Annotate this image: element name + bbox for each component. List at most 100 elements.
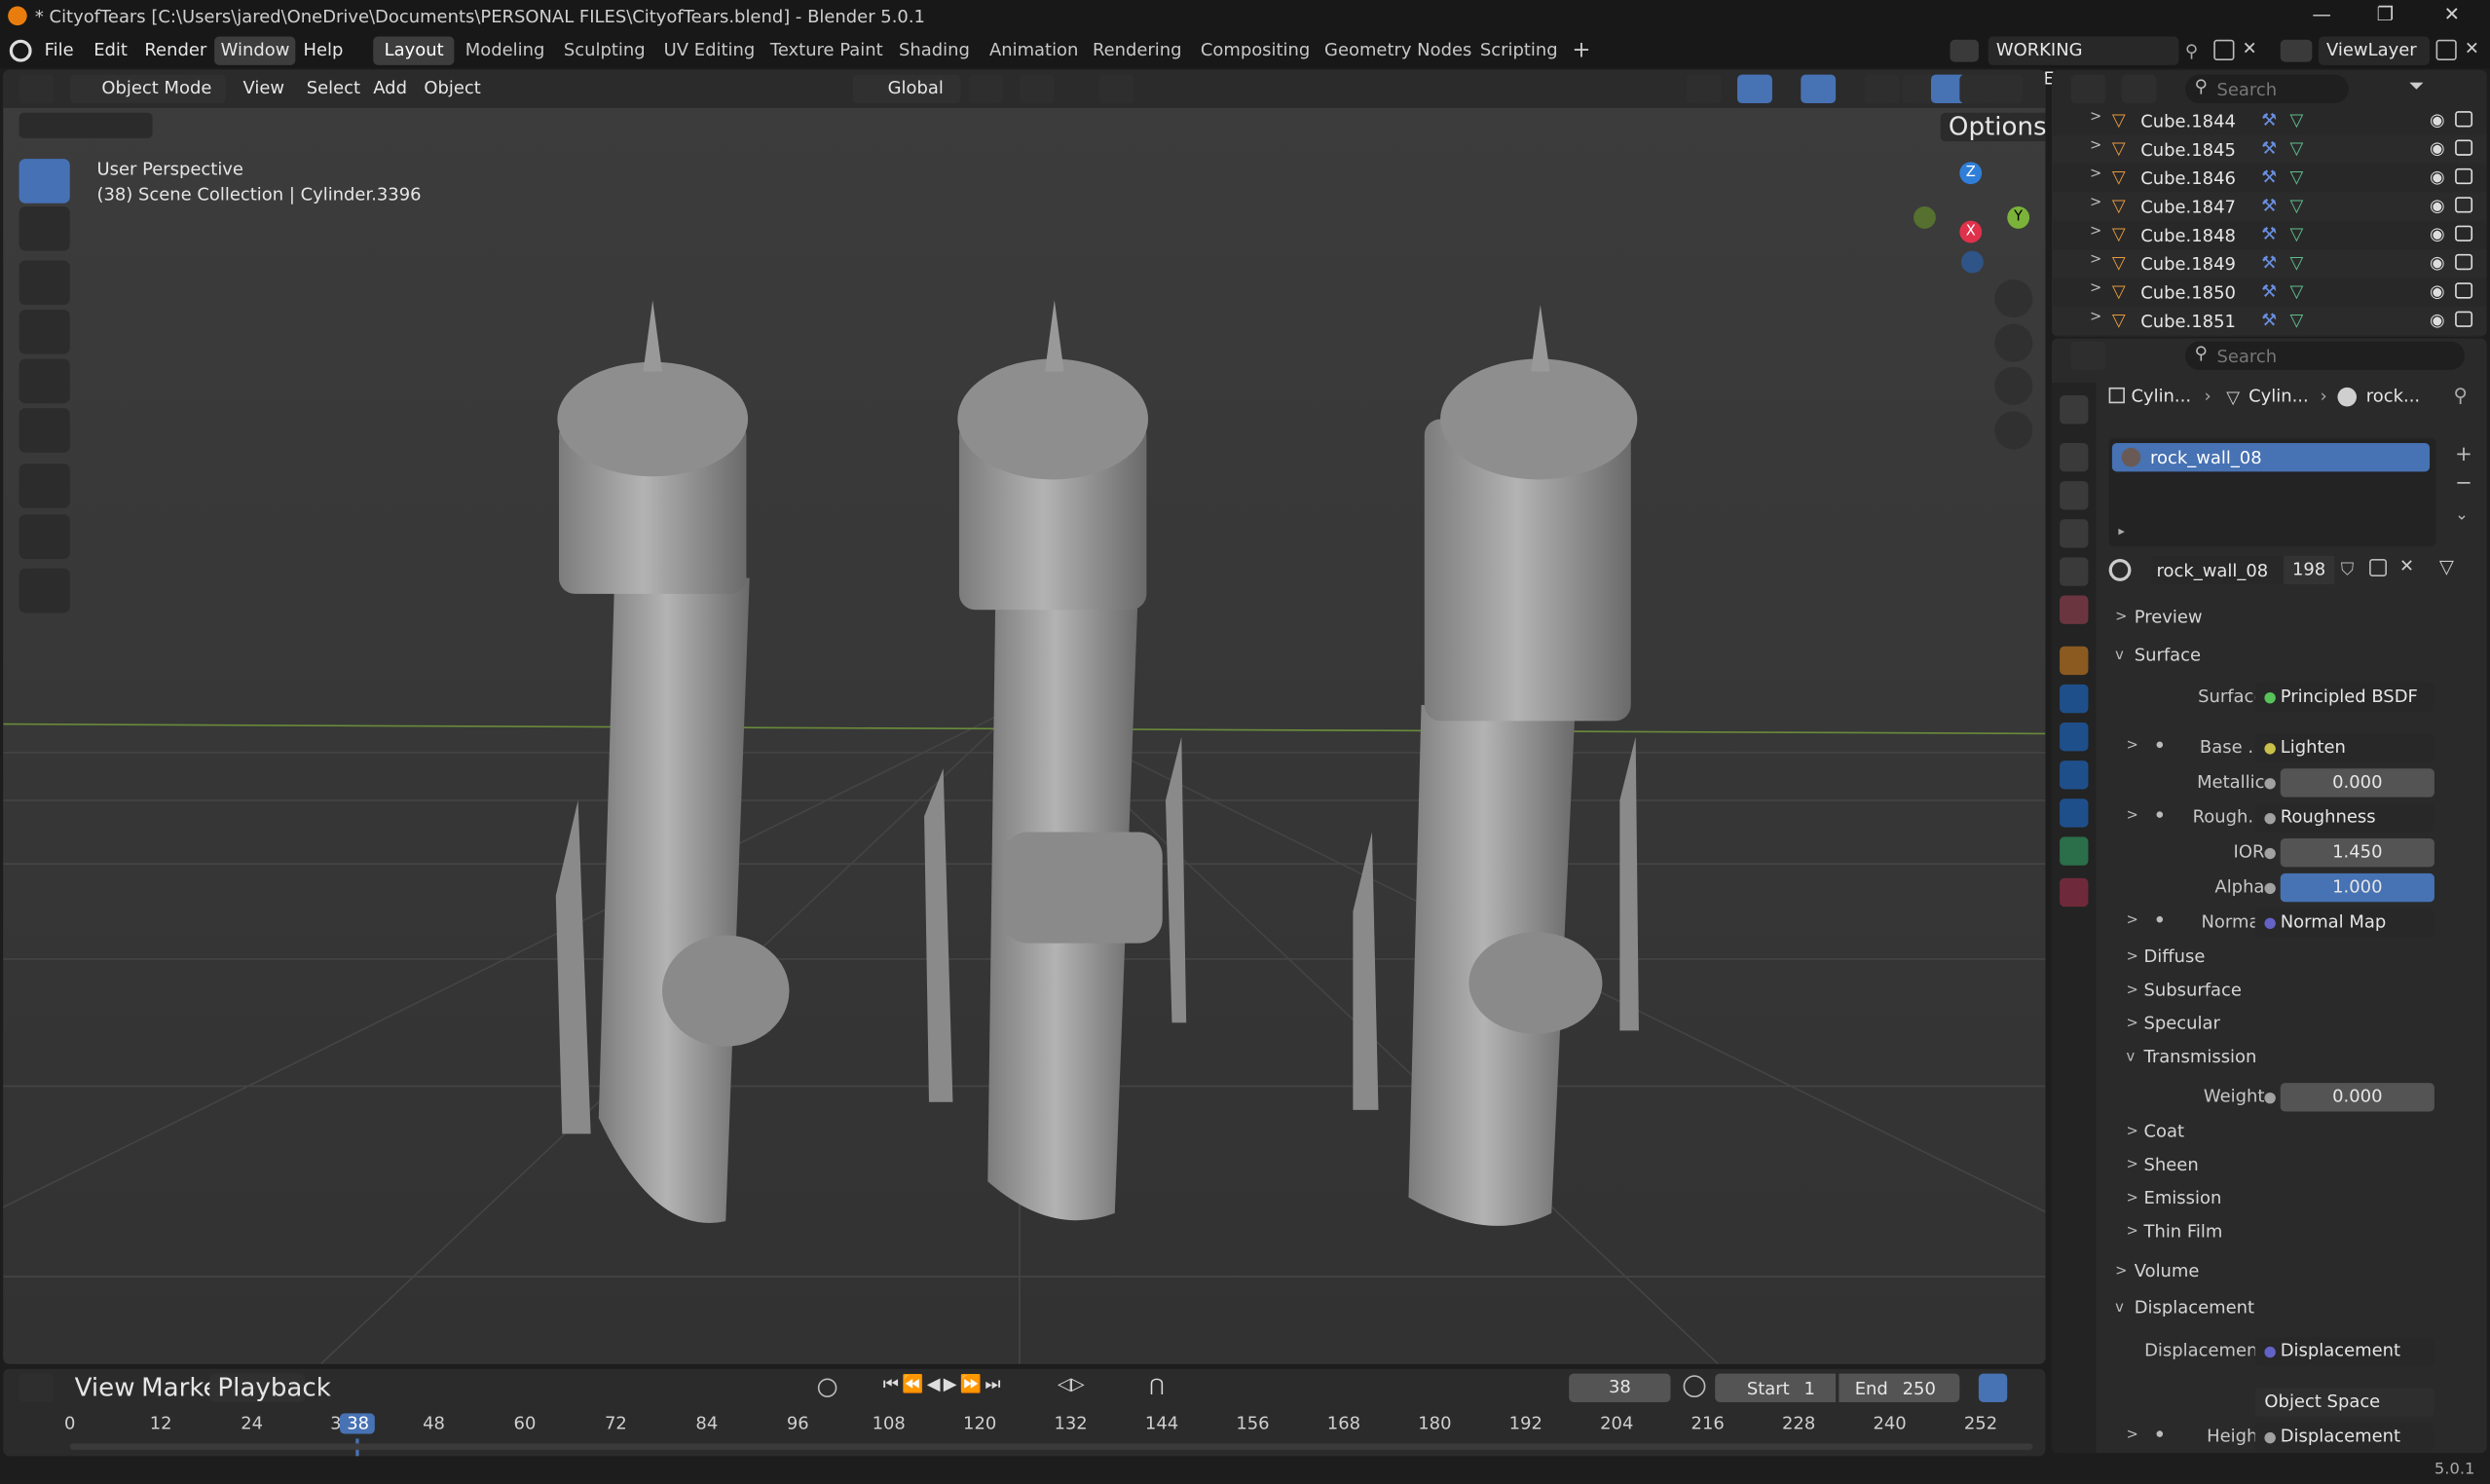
eye-icon[interactable]: ◉ [2430, 196, 2445, 216]
expand-chevron-icon[interactable]: > [2090, 224, 2101, 240]
modifier-wrench-icon[interactable]: ⚒ [2261, 281, 2277, 302]
transform-tool[interactable] [19, 408, 70, 453]
outliner-row[interactable]: > ▽ Cube.1846 ⚒ ▽ ◉ [2052, 164, 2487, 192]
xray-icon[interactable] [1864, 74, 1900, 103]
close-button[interactable]: ✕ [2436, 3, 2469, 30]
mesh-data-icon[interactable]: ▽ [2290, 196, 2304, 216]
metallic-field[interactable]: 0.000 [2280, 768, 2434, 798]
chevron-right-icon[interactable]: > [2127, 738, 2138, 754]
rotate-tool[interactable] [19, 309, 70, 354]
modifier-wrench-icon[interactable]: ⚒ [2261, 138, 2277, 159]
view-layer-field[interactable]: ViewLayer [2318, 36, 2431, 65]
new-view-layer-icon[interactable] [2435, 39, 2457, 60]
displacement-field[interactable]: Displacement [2254, 1337, 2434, 1366]
link-type-icon[interactable]: ▽ [2439, 556, 2454, 578]
scene-selector-icon[interactable] [1950, 39, 1979, 62]
outliner[interactable]: ⚲ Search ⏷ > ▽ Cube.1844 ⚒ ▽ ◉ > ▽ Cube.1845 ⚒ ▽ ◉ >… [2051, 69, 2487, 337]
mesh-data-icon[interactable]: ▽ [2290, 252, 2304, 273]
gizmo-y-axis[interactable]: Y [2007, 205, 2030, 229]
chevron-down-icon[interactable]: v [2127, 1050, 2136, 1065]
subpanel-coat[interactable]: Coat [2143, 1121, 2184, 1141]
measure-tool[interactable] [19, 514, 70, 560]
ior-field[interactable]: 1.450 [2280, 838, 2434, 868]
add-cube-tool[interactable] [19, 568, 70, 613]
properties-search-input[interactable]: ⚲ Search [2184, 341, 2465, 370]
constraints-tab-icon[interactable] [2060, 798, 2089, 828]
modifier-wrench-icon[interactable]: ⚒ [2261, 110, 2277, 130]
subpanel-sheen[interactable]: Sheen [2143, 1155, 2198, 1175]
tab-layout[interactable]: Layout [373, 36, 456, 65]
eye-icon[interactable]: ◉ [2430, 167, 2445, 187]
camera-render-icon[interactable] [2455, 311, 2473, 327]
breadcrumb-object[interactable]: Cylin... [2131, 386, 2191, 406]
tab-uv-editing[interactable]: UV Editing [652, 37, 765, 65]
ortho-grid-icon[interactable] [1994, 411, 2033, 450]
chevron-down-icon[interactable]: v [2115, 1301, 2124, 1317]
scene-name-field[interactable]: WORKING SCENE.001 [1988, 36, 2179, 89]
tab-rendering[interactable]: Rendering [1082, 37, 1193, 65]
tab-texture-paint[interactable]: Texture Paint [759, 37, 894, 65]
gizmo-x-axis[interactable]: X [1959, 220, 1983, 243]
physics-tab-icon[interactable] [2060, 761, 2089, 790]
weight-field[interactable]: 0.000 [2280, 1083, 2434, 1112]
view-layer-tab-icon[interactable] [2060, 519, 2089, 548]
chevron-right-icon[interactable]: > [2127, 1191, 2138, 1206]
section-preview[interactable]: Preview [2135, 607, 2203, 627]
camera-render-icon[interactable] [2455, 167, 2473, 185]
visibility-icon[interactable] [1686, 74, 1722, 103]
eye-icon[interactable]: ◉ [2430, 310, 2445, 330]
cursor-tool[interactable] [19, 205, 70, 251]
displacement-space-select[interactable]: Object Space [2254, 1388, 2434, 1417]
chevron-right-icon[interactable]: > [2127, 913, 2138, 929]
duplicate-material-icon[interactable] [2369, 559, 2388, 576]
outliner-row[interactable]: > ▽ Cube.1850 ⚒ ▽ ◉ [2052, 278, 2487, 306]
mesh-data-icon[interactable]: ▽ [2290, 110, 2304, 130]
expand-chevron-icon[interactable]: > [2090, 252, 2101, 268]
section-volume[interactable]: Volume [2135, 1261, 2200, 1281]
menu-window[interactable]: Window [214, 36, 296, 65]
pan-hand-icon[interactable] [1994, 323, 2033, 362]
particles-tab-icon[interactable] [2060, 722, 2089, 752]
breadcrumb-material[interactable]: rock... [2366, 386, 2420, 406]
modifier-wrench-icon[interactable]: ⚒ [2261, 252, 2277, 273]
viewport-menu-select[interactable]: Select [299, 75, 369, 103]
mesh-data-icon[interactable]: ▽ [2290, 310, 2304, 330]
subpanel-specular[interactable]: Specular [2143, 1013, 2219, 1033]
tab-animation[interactable]: Animation [979, 37, 1090, 65]
camera-render-icon[interactable] [2455, 225, 2473, 241]
gizmo-neg-z-axis[interactable] [1960, 250, 1984, 274]
selection-mode-icons[interactable] [19, 112, 153, 138]
outliner-row[interactable]: > ▽ Cube.1851 ⚒ ▽ ◉ [2051, 306, 2487, 336]
properties-editor[interactable]: ⚲ Search Cylin... › ▽ Cylin... › rock...… [2051, 338, 2487, 1454]
roughness-field[interactable]: Roughness [2254, 803, 2434, 833]
expand-chevron-icon[interactable]: > [2090, 138, 2101, 154]
annotate-tool[interactable] [19, 464, 70, 508]
timeline[interactable]: View Marker Playback ⏮⏪◀▶⏩⏭ ◁▷ ⋂ 38 Star… [3, 1368, 2046, 1457]
browse-material-icon[interactable] [2108, 559, 2132, 581]
height-field[interactable]: Displacement [2254, 1423, 2434, 1452]
overlay-toggle-icon[interactable] [1801, 74, 1837, 103]
delete-scene-icon[interactable]: ✕ [2243, 38, 2257, 58]
editor-type-icon[interactable] [19, 74, 55, 103]
tab-scripting[interactable]: Scripting [1468, 37, 1569, 65]
tool-tab-icon[interactable] [2060, 395, 2089, 425]
gizmo-neg-y-axis[interactable] [1914, 205, 1936, 229]
outliner-row[interactable]: > ▽ Cube.1847 ⚒ ▽ ◉ [2051, 192, 2487, 221]
output-tab-icon[interactable] [2060, 481, 2089, 510]
add-workspace-button[interactable]: + [1561, 37, 1602, 65]
eye-icon[interactable]: ◉ [2430, 110, 2445, 130]
menu-render[interactable]: Render [144, 40, 206, 60]
filter-icon[interactable]: ⏷ [2409, 75, 2425, 98]
mesh-data-icon[interactable]: ▽ [2290, 167, 2304, 187]
modifier-wrench-icon[interactable]: ⚒ [2261, 196, 2277, 216]
scene-tab-icon[interactable] [2060, 557, 2089, 586]
slot-specials-icon[interactable]: ⌄ [2455, 506, 2469, 524]
chevron-right-icon[interactable]: > [2127, 1017, 2138, 1032]
blender-menu-icon[interactable] [9, 39, 32, 62]
base-color-field[interactable]: Lighten [2254, 733, 2434, 762]
timeline-range-bar[interactable] [69, 1443, 2033, 1450]
fake-user-shield-icon[interactable]: ⛉ [2341, 559, 2354, 581]
camera-render-icon[interactable] [2455, 253, 2473, 271]
eye-icon[interactable]: ◉ [2430, 224, 2445, 244]
camera-render-icon[interactable] [2455, 282, 2473, 299]
